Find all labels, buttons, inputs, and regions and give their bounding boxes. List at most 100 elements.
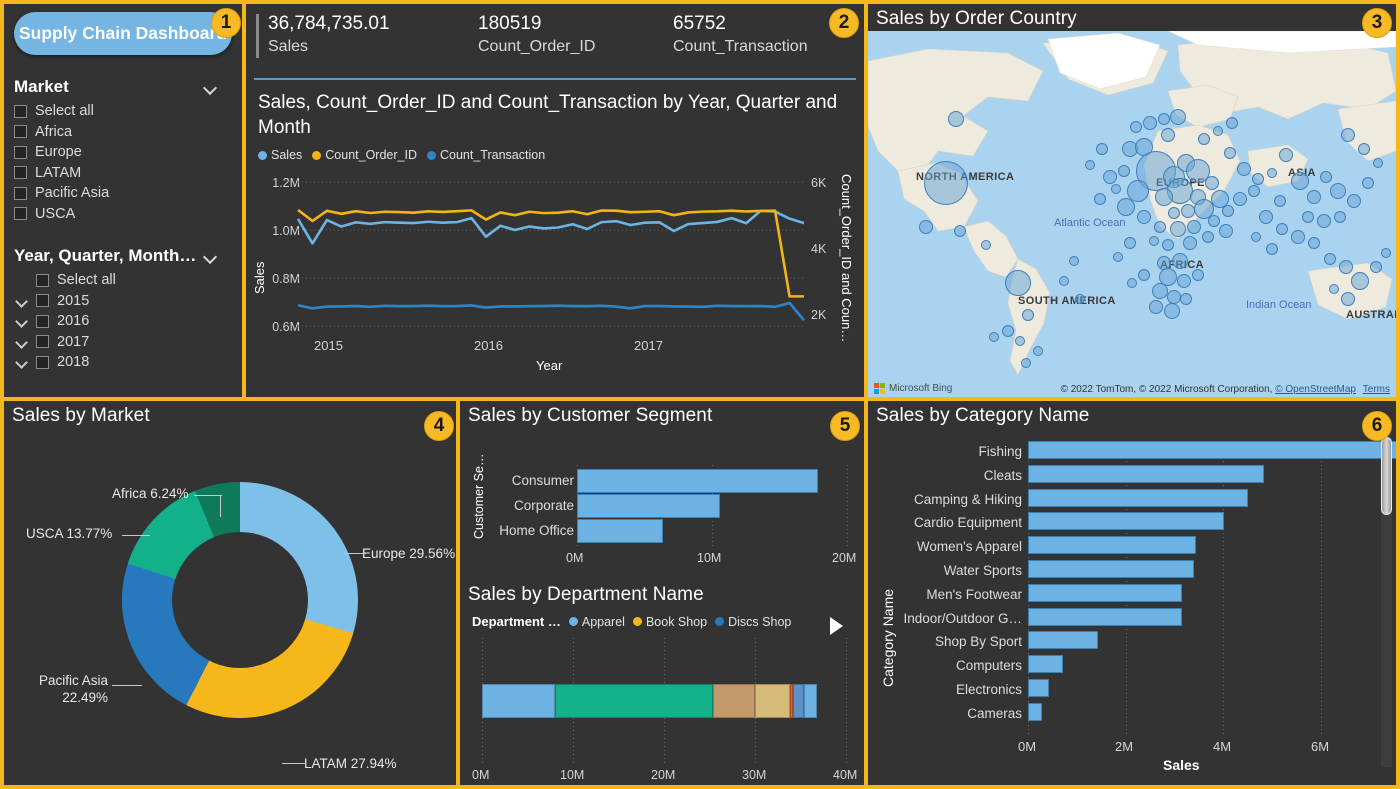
map-bubble[interactable]: [924, 161, 968, 205]
map-bubble[interactable]: [1168, 207, 1180, 219]
category-bar[interactable]: [1028, 512, 1224, 530]
map-bubble[interactable]: [1224, 147, 1236, 159]
map-bubble[interactable]: [989, 332, 999, 342]
slicer-option-2018[interactable]: 2018: [14, 352, 242, 373]
donut-chart[interactable]: Africa 6.24% USCA 13.77% Europe 29.56% P…: [4, 427, 456, 777]
map-bubble[interactable]: [1113, 252, 1123, 262]
segment-bar-corporate[interactable]: [577, 494, 720, 518]
slicer-option-2017[interactable]: 2017: [14, 332, 242, 353]
map-bubble[interactable]: [1069, 256, 1079, 266]
department-segment[interactable]: [482, 684, 555, 718]
slicer-market-header[interactable]: Market: [14, 77, 224, 97]
checkbox[interactable]: [14, 105, 27, 118]
department-segment[interactable]: [555, 684, 713, 718]
map-bubble[interactable]: [1248, 185, 1260, 197]
map-bubble[interactable]: [1170, 221, 1186, 237]
map-bubble[interactable]: [1162, 239, 1174, 251]
kpi-count-transaction[interactable]: 65752 Count_Transaction: [661, 12, 808, 76]
map-bubble[interactable]: [1334, 211, 1346, 223]
map-bubble[interactable]: [1033, 346, 1043, 356]
legend-item-count-transaction[interactable]: Count_Transaction: [427, 148, 545, 162]
kpi-sales[interactable]: 36,784,735.01 Sales: [256, 12, 466, 76]
slicer-option-2015[interactable]: 2015: [14, 291, 242, 312]
category-bar[interactable]: [1028, 584, 1182, 602]
map-bubble[interactable]: [1155, 188, 1173, 206]
checkbox[interactable]: [36, 294, 49, 307]
openstreetmap-link[interactable]: © OpenStreetMap: [1275, 384, 1356, 395]
map-bubble[interactable]: [1339, 260, 1353, 274]
map-bubble[interactable]: [1373, 158, 1383, 168]
map-canvas[interactable]: NORTH AMERICA EUROPE ASIA AFRICA SOUTH A…: [868, 31, 1396, 397]
customer-segment-chart[interactable]: Customer Se… Consumer Corporate Home Off…: [460, 427, 864, 582]
map-bubble[interactable]: [1233, 192, 1247, 206]
map-bubble[interactable]: [1202, 231, 1214, 243]
map-bubble[interactable]: [1302, 211, 1314, 223]
slicer-option-select-all[interactable]: Select all: [14, 270, 242, 291]
map-bubble[interactable]: [1351, 272, 1369, 290]
map-bubble[interactable]: [1181, 204, 1195, 218]
map-bubble[interactable]: [1127, 278, 1137, 288]
map-bubble[interactable]: [1222, 205, 1234, 217]
map-bubble[interactable]: [1259, 210, 1273, 224]
map-bubble[interactable]: [1167, 290, 1181, 304]
map-bubble[interactable]: [1002, 325, 1014, 337]
category-bar[interactable]: [1028, 703, 1042, 721]
map-bubble[interactable]: [1161, 128, 1175, 142]
segment-bar-consumer[interactable]: [577, 469, 818, 493]
map-bubble[interactable]: [1164, 303, 1180, 319]
map-bubble[interactable]: [1252, 173, 1264, 185]
map-bubble[interactable]: [1085, 160, 1095, 170]
slicer-option-usca[interactable]: USCA: [14, 204, 242, 225]
category-bar[interactable]: [1028, 489, 1248, 507]
segment-bar-home-office[interactable]: [577, 519, 663, 543]
map-bubble[interactable]: [1307, 190, 1321, 204]
legend-item-count-order-id[interactable]: Count_Order_ID: [312, 148, 417, 162]
checkbox[interactable]: [14, 166, 27, 179]
map-bubble[interactable]: [1180, 293, 1192, 305]
next-page-arrow-icon[interactable]: [830, 617, 843, 635]
map-bubble[interactable]: [1362, 177, 1374, 189]
legend-item-apparel[interactable]: Apparel: [569, 615, 625, 629]
map-bubble[interactable]: [1317, 214, 1331, 228]
map-bubble[interactable]: [1208, 215, 1220, 227]
map-bubble[interactable]: [981, 240, 991, 250]
map-bubble[interactable]: [1138, 269, 1150, 281]
map-bubble[interactable]: [1198, 133, 1210, 145]
chevron-right-icon[interactable]: [14, 332, 36, 352]
department-chart[interactable]: Department … Apparel Book Shop Discs Sho…: [460, 606, 864, 785]
map-bubble[interactable]: [954, 225, 966, 237]
category-bar[interactable]: [1028, 465, 1264, 483]
chevron-down-icon[interactable]: [204, 252, 218, 261]
map-bubble[interactable]: [1381, 248, 1391, 258]
checkbox[interactable]: [14, 207, 27, 220]
map-bubble[interactable]: [1237, 162, 1251, 176]
map-bubble[interactable]: [1330, 183, 1346, 199]
legend-item-sales[interactable]: Sales: [258, 148, 302, 162]
map-bubble[interactable]: [1187, 220, 1201, 234]
chevron-down-icon[interactable]: [204, 83, 218, 92]
checkbox[interactable]: [14, 125, 27, 138]
terms-link[interactable]: Terms: [1363, 384, 1390, 395]
department-stacked-bar[interactable]: [482, 684, 846, 718]
map-bubble[interactable]: [1111, 184, 1121, 194]
category-bar[interactable]: [1028, 631, 1098, 649]
map-bubble[interactable]: [1158, 113, 1170, 125]
slicer-option-europe[interactable]: Europe: [14, 142, 242, 163]
checkbox[interactable]: [14, 146, 27, 159]
map-bubble[interactable]: [1118, 165, 1130, 177]
slicer-option-latam[interactable]: LATAM: [14, 163, 242, 184]
checkbox[interactable]: [36, 335, 49, 348]
category-scrollbar[interactable]: [1381, 437, 1392, 767]
map-bubble[interactable]: [1226, 117, 1238, 129]
map-bubble[interactable]: [1094, 193, 1106, 205]
map-bubble[interactable]: [1329, 284, 1339, 294]
checkbox[interactable]: [14, 187, 27, 200]
scrollbar-thumb[interactable]: [1381, 437, 1392, 515]
map-bubble[interactable]: [1192, 269, 1204, 281]
map-bubble[interactable]: [1117, 198, 1135, 216]
map-bubble[interactable]: [1291, 172, 1309, 190]
map-bubble[interactable]: [1324, 253, 1336, 265]
slicer-option-2016[interactable]: 2016: [14, 311, 242, 332]
map-bubble[interactable]: [1103, 170, 1117, 184]
legend-item-book-shop[interactable]: Book Shop: [633, 615, 707, 629]
